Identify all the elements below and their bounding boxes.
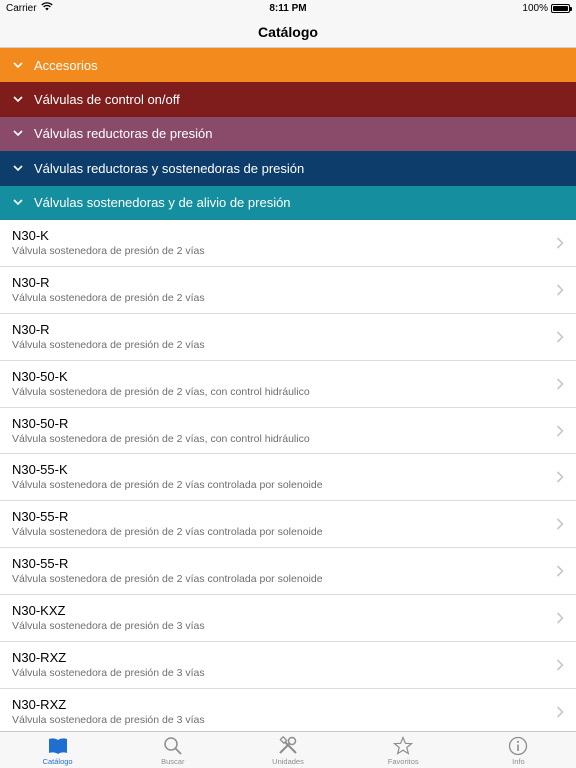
valve-list: N30-K Válvula sostenedora de presión de … xyxy=(0,220,576,731)
section-label: Accesorios xyxy=(34,57,98,73)
chevron-right-icon xyxy=(556,284,564,296)
section-label: Válvulas reductoras y sostenedoras de pr… xyxy=(34,160,305,176)
section-label: Válvulas reductoras de presión xyxy=(34,126,213,142)
chevron-right-icon xyxy=(556,424,564,437)
tab-catalogo[interactable]: Catálogo xyxy=(0,732,115,768)
list-item[interactable]: N30-R Válvula sostenedora de presión de … xyxy=(0,314,576,361)
item-subtitle: Válvula sostenedora de presión de 2 vías… xyxy=(12,432,310,445)
carrier-label: Carrier xyxy=(6,2,37,14)
item-subtitle: Válvula sostenedora de presión de 2 vías xyxy=(12,245,205,257)
chevron-right-icon xyxy=(556,237,564,249)
chevron-right-icon xyxy=(556,518,564,530)
item-subtitle: Válvula sostenedora de presión de 2 vías… xyxy=(12,526,323,539)
item-subtitle: Válvula sostenedora de presión de 3 vías xyxy=(12,713,205,726)
search-icon xyxy=(162,736,184,756)
list-item[interactable]: N30-55-R Válvula sostenedora de presión … xyxy=(0,501,576,549)
item-subtitle: Válvula sostenedora de presión de 2 vías xyxy=(12,338,205,351)
list-item[interactable]: N30-55-R Válvula sostenedora de presión … xyxy=(0,548,576,596)
tab-label: Unidades xyxy=(272,757,304,766)
item-title: N30-RXZ xyxy=(12,696,67,712)
status-time: 8:11 PM xyxy=(269,2,307,14)
section-accesorios[interactable]: Accesorios xyxy=(0,48,576,83)
item-subtitle: Válvula sostenedora de presión de 2 vías xyxy=(12,291,205,304)
chevron-down-icon xyxy=(12,128,24,140)
item-subtitle: Válvula sostenedora de presión de 3 vías xyxy=(12,620,205,633)
chevron-right-icon xyxy=(556,612,564,624)
tab-bar: Catálogo Buscar Unidades Favoritos Info xyxy=(0,731,576,768)
list-item[interactable]: N30-50-R Válvula sostenedora de presión … xyxy=(0,408,576,455)
section-label: Válvulas de control on/off xyxy=(34,92,180,108)
list-item[interactable]: N30-K Válvula sostenedora de presión de … xyxy=(0,220,576,267)
chevron-right-icon xyxy=(556,471,564,484)
wifi-icon xyxy=(40,2,53,14)
section-sostenedoras-alivio[interactable]: Válvulas sostenedoras y de alivio de pre… xyxy=(0,185,576,220)
tab-label: Favoritos xyxy=(387,757,419,766)
chevron-down-icon xyxy=(12,59,24,71)
chevron-right-icon xyxy=(556,706,564,718)
item-subtitle: Válvula sostenedora de presión de 2 vías… xyxy=(12,385,310,398)
item-title: N30-55-R xyxy=(12,509,69,525)
status-left: Carrier xyxy=(6,2,53,14)
category-sections: Accesorios Válvulas de control on/off Vá… xyxy=(0,48,576,220)
item-title: N30-55-R xyxy=(12,556,69,572)
battery-fill xyxy=(553,5,568,11)
list-item[interactable]: N30-R Válvula sostenedora de presión de … xyxy=(0,267,576,314)
item-title: N30-K xyxy=(12,228,49,243)
list-item[interactable]: N30-55-K Válvula sostenedora de presión … xyxy=(0,454,576,502)
status-right: 100% xyxy=(522,2,572,14)
list-item[interactable]: N30-RXZ Válvula sostenedora de presión d… xyxy=(0,689,576,731)
chevron-down-icon xyxy=(12,94,24,106)
chevron-right-icon xyxy=(556,378,564,390)
list-item[interactable]: N30-50-K Válvula sostenedora de presión … xyxy=(0,361,576,408)
tab-buscar[interactable]: Buscar xyxy=(115,732,230,768)
battery-percent: 100% xyxy=(522,2,548,14)
list-item[interactable]: N30-KXZ Válvula sostenedora de presión d… xyxy=(0,595,576,643)
section-reductoras-sostenedoras[interactable]: Válvulas reductoras y sostenedoras de pr… xyxy=(0,151,576,186)
section-control-on-off[interactable]: Válvulas de control on/off xyxy=(0,82,576,117)
tab-unidades[interactable]: Unidades xyxy=(230,732,345,768)
star-icon xyxy=(392,736,414,756)
item-title: N30-50-K xyxy=(12,368,68,384)
section-reductoras[interactable]: Válvulas reductoras de presión xyxy=(0,116,576,152)
page-title: Catálogo xyxy=(258,23,318,40)
navigation-bar: Catálogo xyxy=(0,16,576,48)
battery-icon xyxy=(551,3,572,13)
item-title: N30-R xyxy=(12,274,50,290)
chevron-right-icon xyxy=(556,331,564,343)
item-subtitle: Válvula sostenedora de presión de 3 vías xyxy=(12,667,205,680)
info-icon xyxy=(507,736,529,756)
tab-info[interactable]: Info xyxy=(461,732,576,768)
item-title: N30-R xyxy=(12,321,50,337)
tools-icon xyxy=(277,736,299,756)
chevron-right-icon xyxy=(556,565,564,577)
item-title: N30-KXZ xyxy=(12,603,66,619)
item-title: N30-55-K xyxy=(12,462,68,478)
tab-favoritos[interactable]: Favoritos xyxy=(346,732,461,768)
tab-label: Catálogo xyxy=(42,757,73,766)
section-label: Válvulas sostenedoras y de alivio de pre… xyxy=(34,195,291,211)
tab-label: Buscar xyxy=(161,757,185,766)
chevron-down-icon xyxy=(12,162,24,174)
chevron-right-icon xyxy=(556,659,564,671)
item-title: N30-RXZ xyxy=(12,650,67,666)
status-bar: Carrier 8:11 PM 100% xyxy=(0,0,576,16)
book-icon xyxy=(47,736,69,756)
item-title: N30-50-R xyxy=(12,415,69,431)
item-subtitle: Válvula sostenedora de presión de 2 vías… xyxy=(12,573,323,586)
tab-label: Info xyxy=(512,757,525,766)
chevron-down-icon xyxy=(12,197,24,209)
item-subtitle: Válvula sostenedora de presión de 2 vías… xyxy=(12,479,323,492)
list-item[interactable]: N30-RXZ Válvula sostenedora de presión d… xyxy=(0,642,576,689)
